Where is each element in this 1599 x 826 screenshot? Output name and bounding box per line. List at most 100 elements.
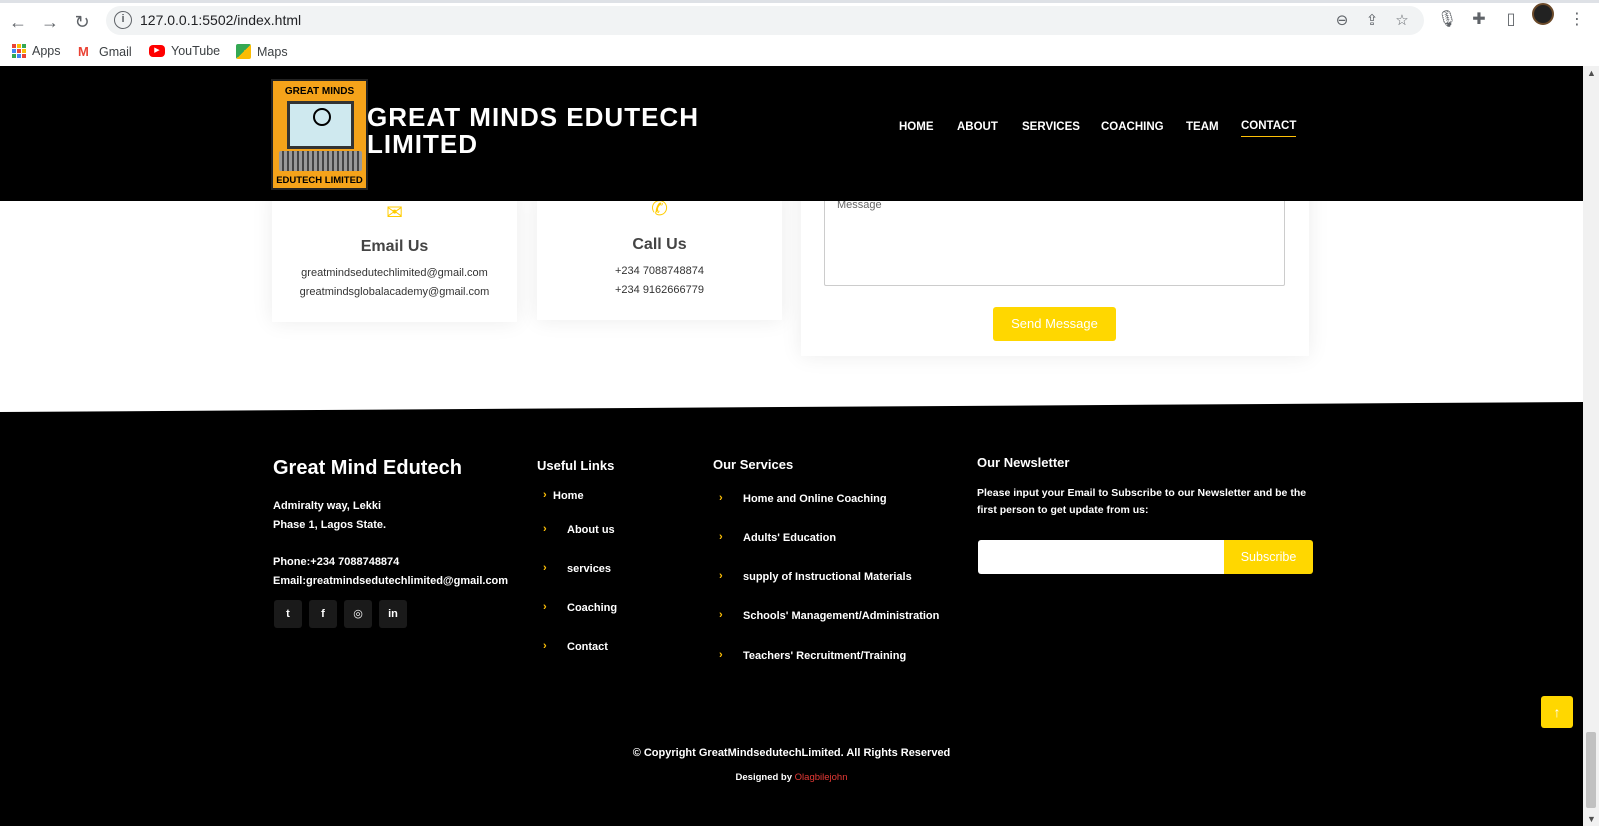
instagram-icon[interactable]: ◎ xyxy=(344,600,372,628)
footer-link-about[interactable]: About us xyxy=(567,524,615,536)
side-panel-icon[interactable]: ▯ xyxy=(1500,9,1522,31)
service-item[interactable]: Schools' Management/Administration xyxy=(743,610,939,622)
footer-address: Admiralty way, Lekki xyxy=(273,500,382,512)
chevron-right-icon: › xyxy=(719,649,723,661)
nav-coaching[interactable]: COACHING xyxy=(1101,121,1164,133)
service-item[interactable]: Teachers' Recruitment/Training xyxy=(743,650,906,662)
site-info-icon[interactable]: i xyxy=(114,11,132,29)
scrollbar-thumb[interactable] xyxy=(1586,732,1596,808)
tabstrip xyxy=(0,0,1599,3)
phone-number: +234 7088748874 xyxy=(614,265,704,277)
site-header: GREAT MINDS EDUTECH LIMITED GREAT MINDS … xyxy=(0,66,1583,201)
chevron-right-icon: › xyxy=(543,562,547,574)
bookmark-label: Apps xyxy=(32,44,61,58)
site-title[interactable]: GREAT MINDS EDUTECH LIMITED xyxy=(367,104,727,158)
chevron-right-icon: › xyxy=(543,601,547,613)
nav-services[interactable]: SERVICES xyxy=(1022,121,1080,133)
apps-grid-icon xyxy=(12,44,26,58)
bookmark-label: YouTube xyxy=(171,44,221,58)
bookmark-maps[interactable]: Maps xyxy=(236,44,288,59)
phone-number: +234 9162666779 xyxy=(614,284,704,296)
email-card: ✉ Email Us greatmindsedutechlimited@gmai… xyxy=(272,192,517,322)
services-heading: Our Services xyxy=(713,457,794,472)
send-message-button[interactable]: Send Message xyxy=(993,307,1116,341)
useful-links-heading: Useful Links xyxy=(537,458,615,473)
chevron-right-icon: › xyxy=(543,640,547,652)
footer-brand: Great Mind Edutech xyxy=(273,457,462,479)
subscribe-button[interactable]: Subscribe xyxy=(1224,540,1313,574)
call-card-title: Call Us xyxy=(632,236,687,253)
site-footer: Great Mind Edutech Admiralty way, Lekki … xyxy=(0,402,1583,826)
forward-arrow-icon[interactable]: → xyxy=(38,10,62,34)
bookmark-youtube[interactable]: ▶ YouTube xyxy=(149,44,220,58)
service-item[interactable]: Home and Online Coaching xyxy=(743,493,887,505)
logo-top-text: GREAT MINDS xyxy=(284,86,355,97)
back-arrow-icon[interactable]: ← xyxy=(6,10,30,34)
chevron-right-icon: › xyxy=(719,531,723,543)
company-logo[interactable]: GREAT MINDS EDUTECH LIMITED xyxy=(271,79,368,190)
back-to-top-button[interactable]: ↑ xyxy=(1541,696,1573,728)
browser-chrome: ← → ↻ i 127.0.0.1:5502/index.html ⊖ ⇪ ☆ … xyxy=(0,0,1599,66)
footer-link-home[interactable]: Home xyxy=(553,490,584,502)
nav-contact[interactable]: CONTACT xyxy=(1241,120,1297,137)
designed-by-label: Designed by xyxy=(735,772,793,783)
footer-link-services[interactable]: services xyxy=(567,563,611,575)
logo-bottom-text: EDUTECH LIMITED xyxy=(276,175,363,186)
nav-about[interactable]: ABOUT xyxy=(957,121,998,133)
service-item[interactable]: supply of Instructional Materials xyxy=(743,571,912,583)
copyright-text: © Copyright GreatMindsedutechLimited. Al… xyxy=(632,747,951,759)
scroll-down-icon[interactable]: ▼ xyxy=(1587,814,1596,824)
newsletter-heading: Our Newsletter xyxy=(977,455,1070,470)
bookmark-apps[interactable]: Apps xyxy=(12,44,61,58)
gmail-icon: M xyxy=(78,44,89,59)
newsletter-email-input[interactable] xyxy=(978,540,1225,574)
twitter-icon[interactable]: t xyxy=(274,600,302,628)
nav-home[interactable]: HOME xyxy=(899,121,934,133)
chevron-right-icon: › xyxy=(719,570,723,582)
chevron-right-icon: › xyxy=(719,492,723,504)
newsletter-text: Please input your Email to Subscribe to … xyxy=(977,487,1307,499)
chevron-right-icon: › xyxy=(543,489,547,501)
designer-link[interactable]: Olagbilejohn xyxy=(795,772,848,783)
chevron-right-icon: › xyxy=(719,609,723,621)
bookmarks-bar: Apps M Gmail ▶ YouTube Maps xyxy=(0,40,1599,64)
reload-icon[interactable]: ↻ xyxy=(70,10,94,34)
page-viewport: ✉ Email Us greatmindsedutechlimited@gmai… xyxy=(0,66,1583,826)
linkedin-icon[interactable]: in xyxy=(379,600,407,628)
maps-icon xyxy=(236,44,251,59)
footer-phone: Phone:+234 7088748874 xyxy=(273,556,400,568)
globe-icon xyxy=(313,108,331,126)
zoom-icon[interactable]: ⊖ xyxy=(1332,11,1352,31)
email-address: greatmindsedutechlimited@gmail.com xyxy=(301,267,488,279)
site-title-line: GREAT MINDS EDUTECH xyxy=(367,102,699,132)
footer-link-contact[interactable]: Contact xyxy=(567,641,608,653)
facebook-icon[interactable]: f xyxy=(309,600,337,628)
share-icon[interactable]: ⇪ xyxy=(1362,11,1382,31)
microphone-icon[interactable]: 🎙 xyxy=(1436,9,1458,31)
laptop-screen-icon xyxy=(287,101,354,149)
arrow-up-icon: ↑ xyxy=(1553,704,1561,720)
footer-address: Phase 1, Lagos State. xyxy=(273,519,387,531)
email-address: greatmindsglobalacademy@gmail.com xyxy=(299,286,490,298)
page-scrollbar[interactable]: ▲ ▼ xyxy=(1583,66,1599,826)
footer-email: Email:greatmindsedutechlimited@gmail.com xyxy=(273,575,509,587)
designed-by: Designed by Olagbilejohn xyxy=(0,772,1583,783)
scroll-up-icon[interactable]: ▲ xyxy=(1587,68,1596,78)
url-text[interactable]: 127.0.0.1:5502/index.html xyxy=(140,12,301,28)
bookmark-label: Maps xyxy=(257,44,288,59)
service-item[interactable]: Adults' Education xyxy=(743,532,836,544)
menu-dots-icon[interactable]: ⋮ xyxy=(1566,9,1588,31)
extensions-icon[interactable]: ✚ xyxy=(1468,9,1490,31)
email-card-title: Email Us xyxy=(360,238,429,255)
newsletter-text: first person to get update from us: xyxy=(977,504,1149,516)
laptop-keyboard-icon xyxy=(279,151,362,171)
profile-avatar[interactable] xyxy=(1532,3,1554,25)
site-title-line: LIMITED xyxy=(367,129,478,159)
envelope-icon: ✉ xyxy=(386,202,403,224)
address-bar[interactable]: i 127.0.0.1:5502/index.html ⊖ ⇪ ☆ xyxy=(106,6,1424,35)
bookmark-label: Gmail xyxy=(99,44,132,59)
nav-team[interactable]: TEAM xyxy=(1186,121,1219,133)
bookmark-star-icon[interactable]: ☆ xyxy=(1392,11,1412,31)
bookmark-gmail[interactable]: M Gmail xyxy=(78,44,132,59)
footer-link-coaching[interactable]: Coaching xyxy=(567,602,617,614)
